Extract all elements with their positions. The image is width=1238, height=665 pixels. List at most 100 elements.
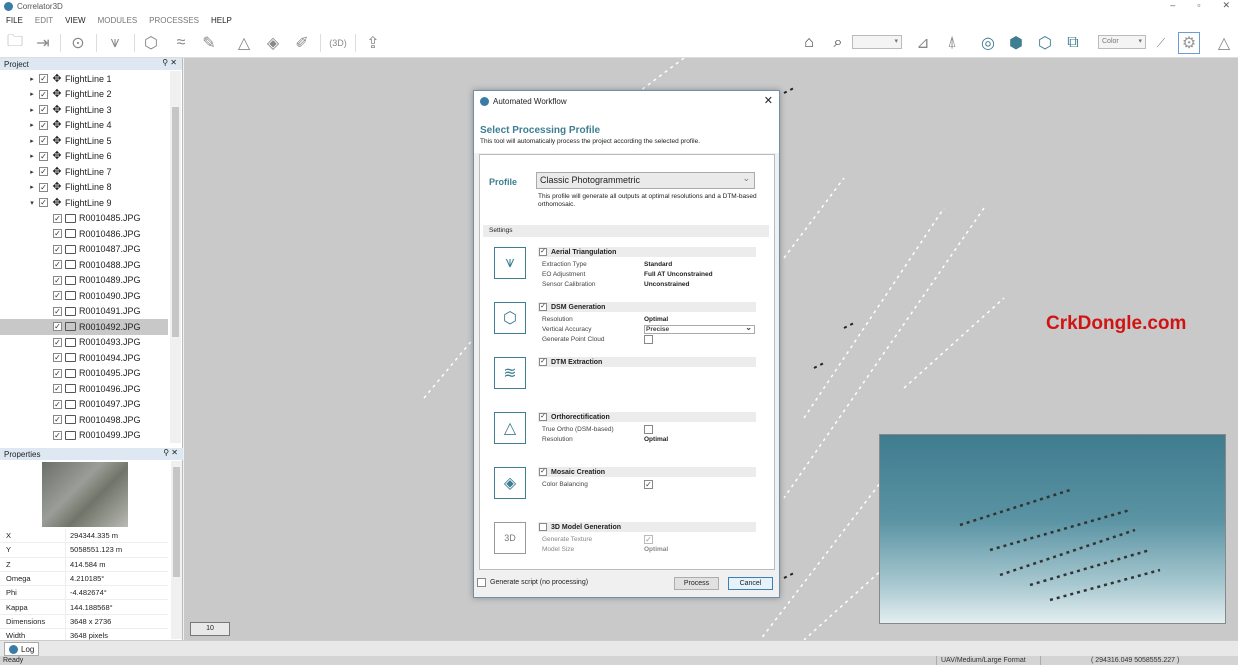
cube-z-icon[interactable]: ⬢ (1005, 32, 1027, 54)
section-checkbox[interactable]: ✓ (539, 413, 547, 421)
menu-processes[interactable]: PROCESSES (149, 16, 199, 25)
minimize-button[interactable]: – (1170, 0, 1175, 11)
tree-item-image[interactable]: ✓R0010487.JPG (0, 242, 168, 258)
tree-item-image[interactable]: ✓R0010499.JPG (0, 428, 168, 444)
checkbox[interactable]: ✓ (39, 105, 48, 114)
panel-pin-close[interactable]: ⚲ ✕ (163, 448, 178, 457)
menu-file[interactable]: FILE (6, 16, 23, 25)
profile-icon[interactable]: ⊿ (912, 32, 934, 54)
profile-select[interactable]: Classic Photogrammetric (536, 172, 755, 189)
view-combo[interactable] (852, 35, 902, 49)
option-checkbox[interactable] (644, 335, 653, 344)
checkbox[interactable]: ✓ (53, 415, 62, 424)
collapsed-arrow-icon[interactable]: ▸ (28, 152, 36, 160)
tree-item-flightline[interactable]: ▸✓✥FlightLine 6 (0, 149, 168, 165)
section-checkbox[interactable]: ✓ (539, 358, 547, 366)
collapsed-arrow-icon[interactable]: ▸ (28, 137, 36, 145)
checkbox[interactable]: ✓ (53, 322, 62, 331)
dsm-icon[interactable]: ⬡ (140, 32, 162, 54)
tree-item-image[interactable]: ✓R0010492.JPG (0, 319, 168, 335)
log-tab[interactable]: Log (4, 642, 39, 656)
checkbox[interactable]: ✓ (39, 74, 48, 83)
checkbox[interactable]: ✓ (39, 198, 48, 207)
checkbox[interactable]: ✓ (53, 276, 62, 285)
settings-icon[interactable]: ⚙ (1178, 32, 1200, 54)
menu-edit[interactable]: EDIT (35, 16, 53, 25)
checkbox[interactable]: ✓ (53, 431, 62, 440)
orbit-icon[interactable]: ◎ (977, 32, 999, 54)
checkbox[interactable]: ✓ (39, 136, 48, 145)
triangle-icon[interactable]: △ (1213, 32, 1235, 54)
dialog-close-icon[interactable]: ✕ (764, 94, 773, 107)
tree-item-image[interactable]: ✓R0010489.JPG (0, 273, 168, 289)
tree-item-image[interactable]: ✓R0010488.JPG (0, 257, 168, 273)
generate-script-checkbox[interactable] (477, 578, 486, 587)
mosaic-edit-icon[interactable]: ✐ (291, 32, 313, 54)
vertical-accuracy-select[interactable]: Precise (644, 325, 755, 334)
tree-item-image[interactable]: ✓R0010486.JPG (0, 226, 168, 242)
tree-item-image[interactable]: ✓R0010490.JPG (0, 288, 168, 304)
collapsed-arrow-icon[interactable]: ▸ (28, 121, 36, 129)
camera-icon[interactable]: ⍋ (941, 32, 963, 54)
checkbox[interactable]: ✓ (53, 338, 62, 347)
dsm-edit-icon[interactable]: ✎ (198, 32, 220, 54)
3d-model-icon[interactable]: (3D) (327, 32, 349, 54)
color-mode-select[interactable]: Color (1098, 35, 1146, 49)
collapsed-arrow-icon[interactable]: ▸ (28, 168, 36, 176)
checkbox[interactable]: ✓ (39, 152, 48, 161)
tree-item-flightline[interactable]: ▸✓✥FlightLine 1 (0, 71, 168, 87)
menu-modules[interactable]: MODULES (98, 16, 138, 25)
maximize-button[interactable]: ▫ (1197, 0, 1200, 11)
checkbox[interactable]: ✓ (53, 245, 62, 254)
option-checkbox[interactable] (644, 425, 653, 434)
tree-item-image[interactable]: ✓R0010495.JPG (0, 366, 168, 382)
new-project-icon[interactable]: 🗀 (4, 32, 26, 54)
tree-item-flightline[interactable]: ▸✓✥FlightLine 3 (0, 102, 168, 118)
checkbox[interactable]: ✓ (39, 121, 48, 130)
section-checkbox[interactable]: ✓ (539, 468, 547, 476)
checkbox[interactable]: ✓ (53, 369, 62, 378)
checkbox[interactable]: ✓ (53, 229, 62, 238)
checkbox[interactable]: ✓ (39, 167, 48, 176)
collapsed-arrow-icon[interactable]: ▸ (28, 183, 36, 191)
tree-item-flightline[interactable]: ▸✓✥FlightLine 8 (0, 180, 168, 196)
tree-item-flightline[interactable]: ▸✓✥FlightLine 5 (0, 133, 168, 149)
option-checkbox[interactable]: ✓ (644, 480, 653, 489)
tree-item-image[interactable]: ✓R0010491.JPG (0, 304, 168, 320)
menu-view[interactable]: VIEW (65, 16, 85, 25)
collapsed-arrow-icon[interactable]: ▸ (28, 106, 36, 114)
checkbox[interactable]: ✓ (53, 291, 62, 300)
close-button[interactable]: ✕ (1222, 0, 1230, 11)
checkbox[interactable]: ✓ (53, 384, 62, 393)
checkbox[interactable]: ✓ (39, 183, 48, 192)
home-view-icon[interactable]: ⌂ (798, 32, 820, 54)
layers-icon[interactable]: ⧉ (1062, 32, 1084, 54)
mosaic-icon[interactable]: ◈ (262, 32, 284, 54)
tree-item-image[interactable]: ✓R0010496.JPG (0, 381, 168, 397)
option-checkbox[interactable]: ✓ (644, 535, 653, 544)
cancel-button[interactable]: Cancel (728, 577, 773, 590)
section-checkbox[interactable]: ✓ (539, 248, 547, 256)
section-checkbox[interactable]: ✓ (539, 303, 547, 311)
properties-scrollbar[interactable] (171, 461, 182, 639)
export-icon[interactable]: ⇪ (362, 32, 384, 54)
cube-icon[interactable]: ⬡ (1034, 32, 1056, 54)
tree-item-image[interactable]: ✓R0010493.JPG (0, 335, 168, 351)
menu-help[interactable]: HELP (211, 16, 232, 25)
collapsed-arrow-icon[interactable]: ▸ (28, 75, 36, 83)
tree-item-flightline[interactable]: ▸✓✥FlightLine 4 (0, 118, 168, 134)
expanded-arrow-icon[interactable]: ▾ (28, 199, 36, 207)
tree-item-image[interactable]: ✓R0010485.JPG (0, 211, 168, 227)
tree-item-image[interactable]: ✓R0010497.JPG (0, 397, 168, 413)
checkbox[interactable]: ✓ (53, 260, 62, 269)
dtm-icon[interactable]: ≈ (170, 32, 192, 54)
tree-item-flightline[interactable]: ▸✓✥FlightLine 7 (0, 164, 168, 180)
tree-item-image[interactable]: ✓R0010498.JPG (0, 412, 168, 428)
checkbox[interactable]: ✓ (39, 90, 48, 99)
process-button[interactable]: Process (674, 577, 719, 590)
collapsed-arrow-icon[interactable]: ▸ (28, 90, 36, 98)
import-icon[interactable]: ⇥ (32, 32, 54, 54)
checkbox[interactable]: ✓ (53, 307, 62, 316)
ortho-icon[interactable]: △ (233, 32, 255, 54)
tree-item-flightline[interactable]: ▸✓✥FlightLine 2 (0, 87, 168, 103)
